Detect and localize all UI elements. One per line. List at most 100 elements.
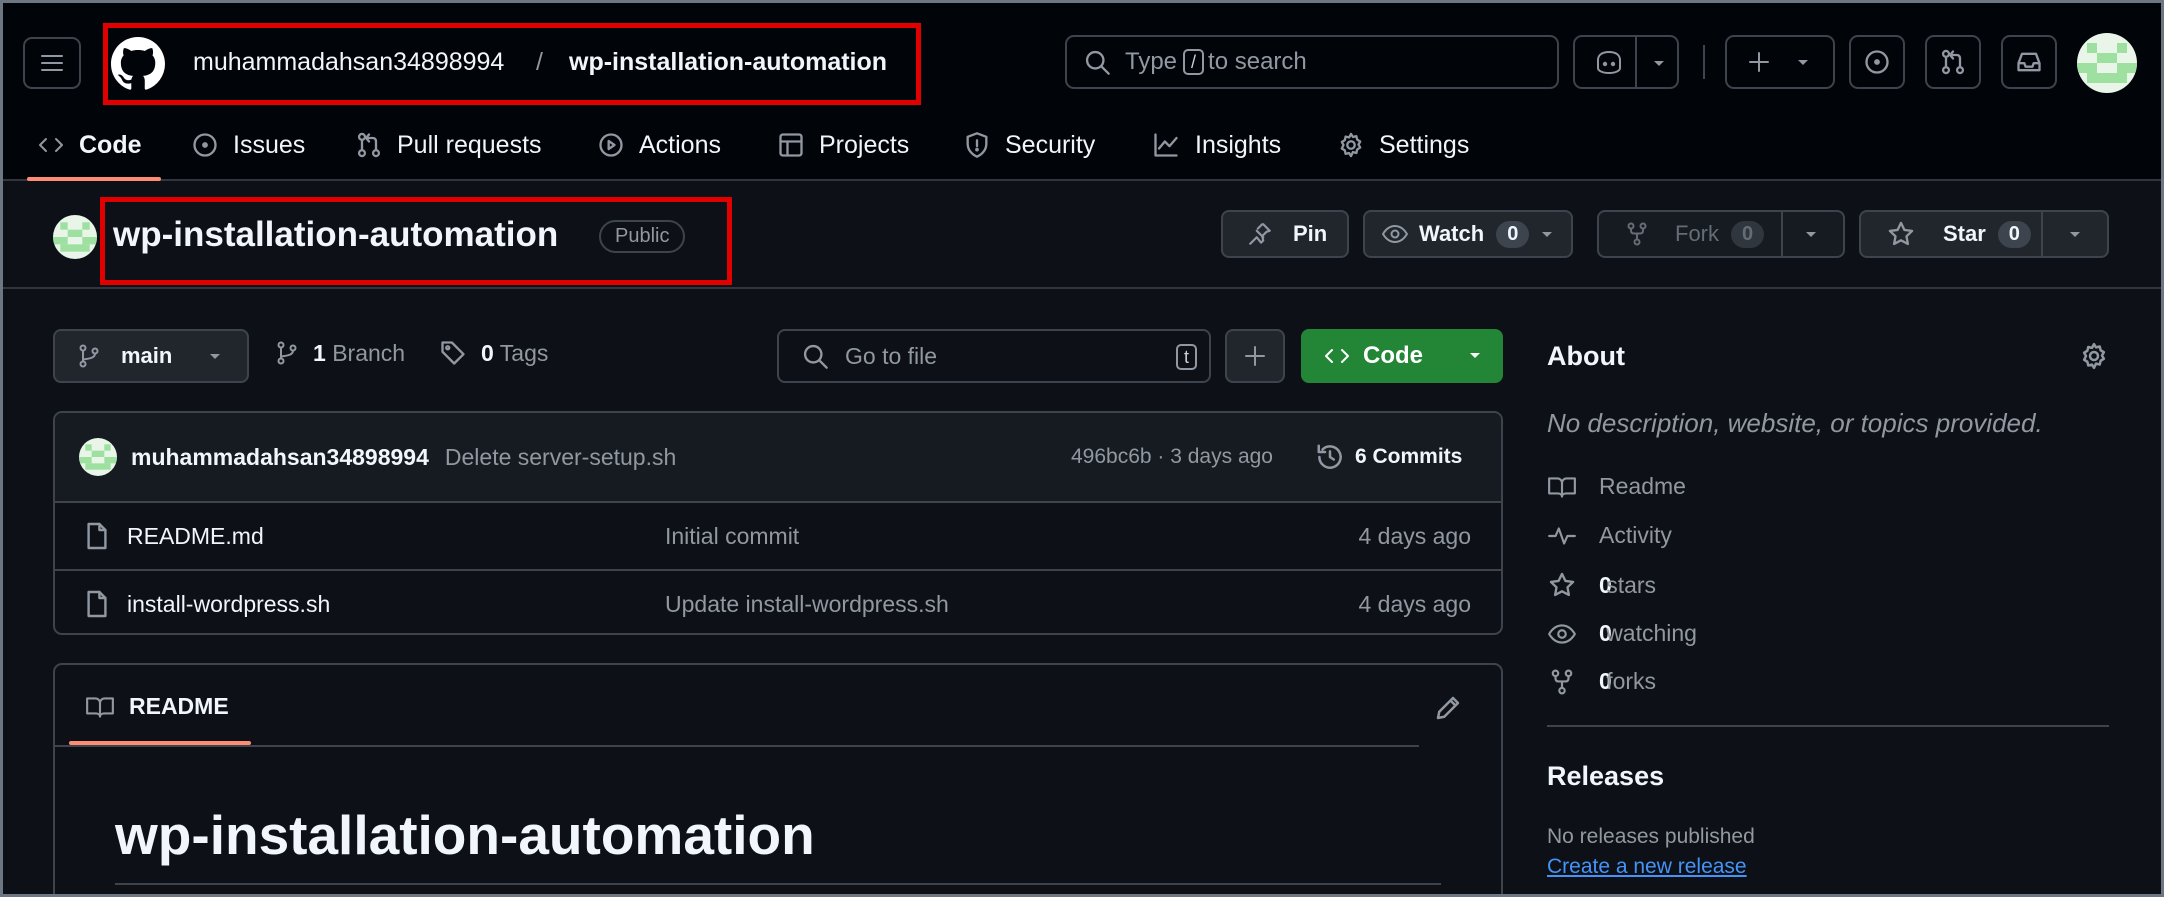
file-commit-time: 4 days ago — [1358, 590, 1471, 617]
watch-count: 0 — [1496, 220, 1530, 248]
commits-link[interactable]: 6 Commits — [1315, 442, 1462, 472]
commit-author-avatar[interactable] — [79, 438, 117, 476]
releases-title[interactable]: Releases — [1547, 761, 1664, 792]
readme-tab[interactable]: README — [85, 693, 229, 720]
file-commit-message[interactable]: Initial commit — [665, 523, 799, 550]
gear-icon — [1337, 131, 1365, 159]
divider — [2041, 210, 2043, 258]
file-list: muhammadahsan34898994 Delete server-setu… — [53, 411, 1503, 635]
branches-label: Branch — [332, 339, 406, 366]
chevron-down-icon[interactable] — [1649, 53, 1669, 73]
branches-link[interactable]: 1 Branch — [275, 339, 405, 367]
tab-pull-requests[interactable]: Pull requests — [355, 127, 542, 163]
code-icon — [1323, 344, 1351, 368]
pencil-icon[interactable] — [1433, 693, 1463, 723]
create-new-button[interactable] — [1725, 35, 1835, 89]
tab-label: Settings — [1379, 130, 1470, 159]
fork-label: Fork — [1675, 221, 1719, 246]
star-button[interactable]: Star 0 — [1859, 210, 2109, 258]
chevron-down-icon[interactable] — [2065, 224, 2085, 244]
tab-actions[interactable]: Actions — [597, 127, 721, 163]
repo-title[interactable]: wp-installation-automation — [113, 215, 558, 255]
repo-header-divider — [3, 287, 2161, 289]
tab-label: Insights — [1195, 130, 1282, 159]
file-icon — [85, 589, 109, 619]
github-repo-page: muhammadahsan34898994 / wp-installation-… — [0, 0, 2164, 897]
tab-projects[interactable]: Projects — [777, 127, 909, 163]
tab-insights[interactable]: Insights — [1151, 127, 1281, 163]
star-icon — [1887, 220, 1915, 248]
file-commit-time: 4 days ago — [1358, 522, 1471, 549]
readme-tab-label: README — [129, 693, 229, 719]
about-watching-link[interactable]: 0 watching — [1547, 620, 1697, 647]
star-icon — [1547, 571, 1577, 599]
commit-hash-time[interactable]: 496bc6b · 3 days ago — [1071, 445, 1273, 469]
file-row[interactable]: README.md Initial commit 4 days ago — [55, 501, 1501, 569]
add-file-button[interactable] — [1225, 329, 1285, 383]
inbox-icon — [2015, 48, 2043, 76]
about-title: About — [1547, 341, 1625, 371]
file-commit-message[interactable]: Update install-wordpress.sh — [665, 591, 949, 618]
issues-button[interactable] — [1849, 35, 1905, 89]
tab-code[interactable]: Code — [37, 127, 142, 163]
repo-forked-icon — [1547, 669, 1577, 695]
go-to-file-placeholder: Go to file — [845, 342, 938, 369]
chevron-down-icon[interactable] — [1801, 224, 1821, 244]
gear-icon[interactable] — [2079, 341, 2109, 371]
branches-count: 1 — [313, 339, 326, 366]
tab-label: Issues — [233, 130, 306, 159]
commit-message[interactable]: Delete server-setup.sh — [445, 444, 676, 471]
file-row[interactable]: install-wordpress.sh Update install-word… — [55, 569, 1501, 633]
breadcrumb-separator: / — [536, 48, 543, 76]
watch-label: Watch — [1419, 221, 1485, 246]
about-readme-link[interactable]: Readme — [1547, 473, 1686, 500]
file-name[interactable]: README.md — [127, 523, 264, 550]
chevron-down-icon[interactable] — [1537, 224, 1557, 244]
visibility-badge: Public — [599, 220, 686, 253]
code-dropdown-button[interactable]: Code — [1301, 329, 1503, 383]
readme-panel: README wp-installation-automation — [53, 663, 1503, 894]
code-icon — [37, 133, 65, 157]
about-activity-link[interactable]: Activity — [1547, 522, 1672, 549]
inbox-button[interactable] — [2001, 35, 2057, 89]
eye-icon — [1381, 222, 1409, 246]
code-button-label: Code — [1363, 342, 1423, 369]
header-divider — [1703, 45, 1705, 79]
pin-button[interactable]: Pin — [1221, 210, 1349, 258]
watch-button[interactable]: Watch 0 — [1363, 210, 1573, 258]
commit-author[interactable]: muhammadahsan34898994 — [131, 444, 429, 471]
branch-selector[interactable]: main — [53, 329, 249, 383]
fork-button[interactable]: Fork 0 — [1597, 210, 1845, 258]
history-icon — [1315, 442, 1345, 472]
git-pull-request-icon — [1939, 48, 1967, 76]
divider — [1635, 35, 1637, 89]
tab-label: Security — [1005, 130, 1096, 159]
tab-security[interactable]: Security — [963, 127, 1095, 163]
avatar[interactable] — [2077, 33, 2137, 93]
copilot-icon[interactable] — [1593, 48, 1625, 76]
pull-requests-button[interactable] — [1925, 35, 1981, 89]
repo-owner-avatar[interactable] — [53, 215, 97, 259]
search-suffix: to search — [1208, 48, 1307, 75]
tab-settings[interactable]: Settings — [1337, 127, 1469, 163]
create-release-link[interactable]: Create a new release — [1547, 855, 1747, 879]
stars-label: stars — [1606, 571, 1657, 598]
menu-button[interactable] — [23, 37, 81, 89]
file-name[interactable]: install-wordpress.sh — [127, 591, 330, 618]
search-prefix: Type — [1125, 48, 1178, 75]
search-input[interactable]: Type / to search — [1065, 35, 1559, 89]
about-forks-link[interactable]: 0 forks — [1547, 668, 1656, 695]
go-to-file-input[interactable]: Go to file t — [777, 329, 1211, 383]
about-activity-label: Activity — [1599, 522, 1672, 548]
breadcrumb-repo[interactable]: wp-installation-automation — [569, 47, 887, 77]
about-stars-link[interactable]: 0 stars — [1547, 571, 1656, 599]
github-logo-icon[interactable] — [111, 37, 165, 91]
breadcrumb-owner[interactable]: muhammadahsan34898994 — [193, 47, 504, 77]
tags-label: Tags — [499, 339, 549, 366]
repo-forked-icon — [1625, 221, 1649, 247]
tags-link[interactable]: 0 Tags — [439, 339, 548, 367]
tab-issues[interactable]: Issues — [191, 127, 305, 163]
book-icon — [1547, 474, 1577, 500]
issue-opened-icon — [1863, 48, 1891, 76]
about-description: No description, website, or topics provi… — [1547, 408, 2043, 438]
